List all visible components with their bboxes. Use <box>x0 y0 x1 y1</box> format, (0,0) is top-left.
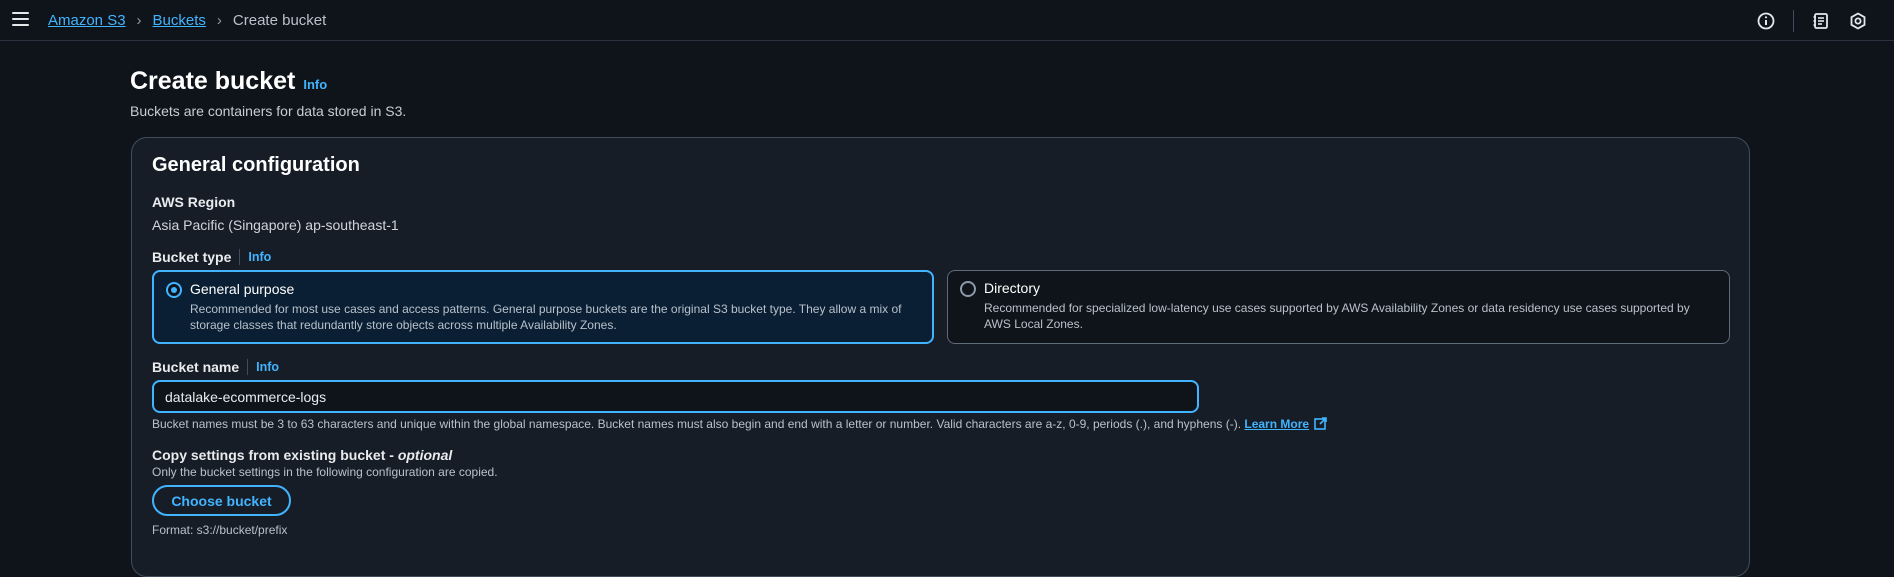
breadcrumb-amazon-s3[interactable]: Amazon S3 <box>48 12 126 29</box>
hamburger-menu-icon[interactable] <box>12 12 29 26</box>
directory-radio[interactable] <box>960 281 976 297</box>
page-header: Create bucket Info <box>130 67 327 96</box>
panel-title: General configuration <box>152 154 360 176</box>
general-purpose-radio[interactable] <box>166 282 182 298</box>
bucket-type-directory[interactable]: Directory Recommended for specialized lo… <box>947 270 1730 344</box>
optional-label: optional <box>397 447 453 463</box>
breadcrumb-current: Create bucket <box>232 12 327 29</box>
learn-more-link[interactable]: Learn More <box>1244 417 1309 431</box>
breadcrumb-buckets[interactable]: Buckets <box>153 12 206 29</box>
copy-settings-description: Only the bucket settings in the followin… <box>152 465 498 479</box>
general-purpose-description: Recommended for most use cases and acces… <box>190 302 902 332</box>
bucket-name-input[interactable] <box>152 380 1199 413</box>
bucket-name-info-link[interactable]: Info <box>256 360 279 374</box>
format-hint: Format: s3://bucket/prefix <box>152 523 288 537</box>
bucket-name-hint-text: Bucket names must be 3 to 63 characters … <box>152 417 1242 432</box>
aws-region-label-text: AWS Region <box>152 194 236 210</box>
aws-region-label: AWS Region <box>152 194 235 210</box>
bucket-name-label-text: Bucket name <box>152 359 240 375</box>
topbar-actions <box>1739 10 1868 32</box>
info-circle-icon[interactable] <box>1756 11 1776 31</box>
top-navigation-bar: Amazon S3 › Buckets › Create bucket <box>0 0 1894 41</box>
bucket-type-general-purpose[interactable]: General purpose Recommended for most use… <box>152 270 934 344</box>
bucket-type-label-text: Bucket type <box>152 249 232 265</box>
bucket-type-info-link[interactable]: Info <box>248 250 271 264</box>
chevron-right-icon: › <box>136 12 142 29</box>
breadcrumb: Amazon S3 › Buckets › Create bucket <box>48 12 326 29</box>
copy-settings-title-text: Copy settings from existing bucket - <box>152 447 398 463</box>
directory-title: Directory <box>984 280 1041 296</box>
topbar-divider <box>1793 10 1794 32</box>
label-divider <box>247 359 249 375</box>
external-link-icon[interactable] <box>1314 417 1327 433</box>
copy-settings-title: Copy settings from existing bucket - opt… <box>152 447 452 463</box>
bucket-name-label: Bucket name Info <box>152 359 279 375</box>
bucket-name-hint: Bucket names must be 3 to 63 characters … <box>152 417 1327 433</box>
chevron-right-icon: › <box>216 12 222 29</box>
aws-region-value: Asia Pacific (Singapore) ap-southeast-1 <box>152 217 399 233</box>
page-info-link[interactable]: Info <box>303 77 327 92</box>
general-configuration-panel: General configuration AWS Region Asia Pa… <box>131 137 1750 577</box>
settings-hex-icon[interactable] <box>1848 11 1868 31</box>
notes-icon[interactable] <box>1811 11 1831 31</box>
bucket-type-label: Bucket type Info <box>152 249 271 265</box>
general-purpose-title: General purpose <box>190 281 295 297</box>
choose-bucket-button[interactable]: Choose bucket <box>152 485 291 516</box>
page-subtitle: Buckets are containers for data stored i… <box>130 103 407 119</box>
directory-description: Recommended for specialized low-latency … <box>984 301 1690 331</box>
page-title: Create bucket <box>130 67 296 95</box>
label-divider <box>239 249 241 265</box>
